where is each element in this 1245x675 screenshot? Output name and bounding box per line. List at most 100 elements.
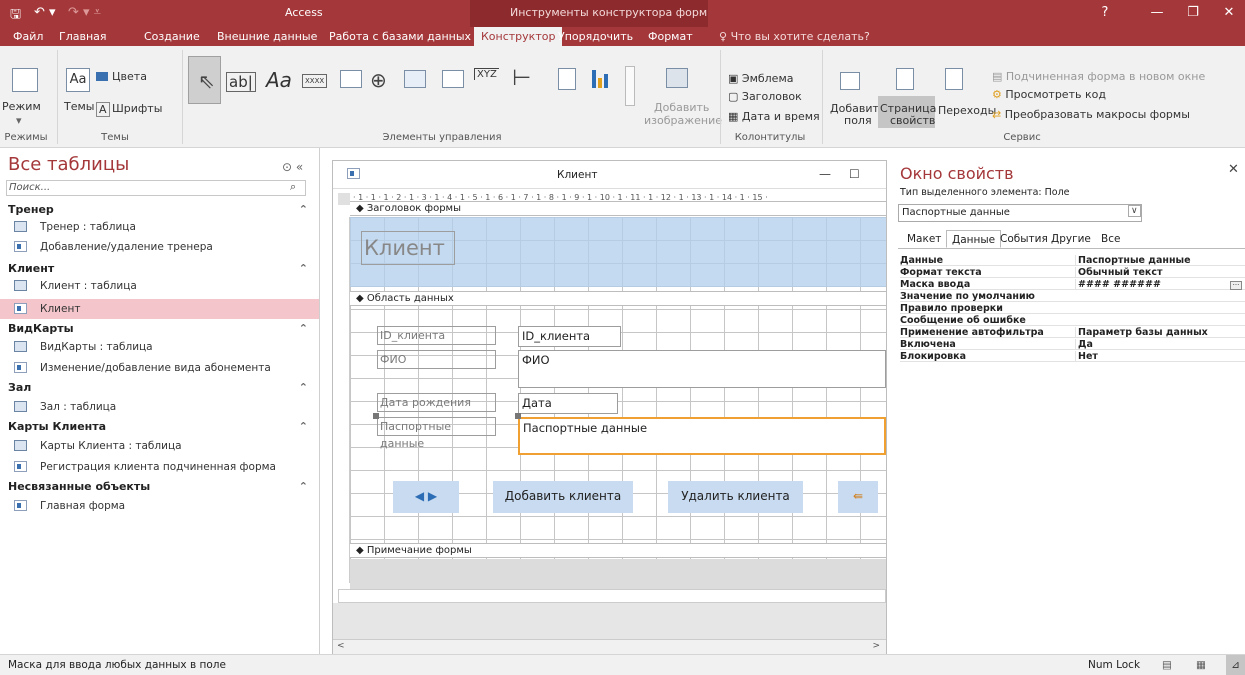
date-time-button[interactable]: ▦ Дата и время [728,110,820,123]
field-box-fio[interactable]: ФИО [518,350,886,388]
field-label-birth[interactable]: Дата рождения [377,393,496,412]
add-fields-icon[interactable] [840,72,860,90]
form-maximize-button[interactable]: ☐ [849,167,860,181]
chart-icon[interactable] [592,70,596,88]
form-view-icon[interactable]: ▤ [1162,655,1172,675]
nav-item[interactable]: Клиент : таблица [0,276,319,296]
web-browser-icon[interactable] [404,70,426,88]
property-row[interactable]: Значение по умолчанию [900,291,1245,302]
form-minimize-button[interactable]: — [819,167,831,181]
insert-image-label-1[interactable]: Добавить [654,101,709,114]
nav-title[interactable]: Все таблицы [8,154,129,175]
fonts-button[interactable]: Шрифты [112,102,162,115]
nav-group-trainer[interactable]: Тренер ⌃ [8,203,308,216]
record-nav-buttons[interactable]: ◀ ▶ [393,481,459,513]
field-box-passport-selected[interactable]: Паспортные данные [518,417,886,455]
minimize-button[interactable]: — [1142,4,1172,22]
nav-group-cardtype[interactable]: ВидКарты ⌃ [8,322,308,335]
tab-external-data[interactable]: Внешние данные [210,27,324,46]
tab-layout[interactable]: Макет [902,230,946,248]
subform-button[interactable]: ▤ Подчиненная форма в новом окне [992,70,1205,83]
tab-home[interactable]: Главная [52,27,114,46]
nav-item[interactable]: Карты Клиента : таблица [0,436,319,456]
tab-order-icon[interactable] [945,68,963,90]
restore-button[interactable]: ❐ [1178,4,1208,22]
move-handle[interactable] [373,413,379,419]
property-row-input-mask[interactable]: Маска ввода #### ###### [900,279,1245,290]
nav-item[interactable]: Добавление/удаление тренера [0,237,319,257]
nav-menu-icon[interactable]: ⊙ « [282,160,303,174]
nav-item[interactable]: Зал : таблица [0,397,319,417]
close-button[interactable]: ✕ [1214,4,1244,22]
field-label-passport[interactable]: Паспортные данные [377,417,496,450]
hyperlink-icon[interactable]: ⊕ [370,68,387,92]
tab-database-tools[interactable]: Работа с базами данных [322,27,478,46]
undo-icon[interactable]: ↶ ▾ [34,5,56,20]
tab-file[interactable]: Файл [6,27,50,46]
page-break-icon[interactable]: ⊢ [512,66,531,91]
insert-image-icon[interactable] [666,68,688,88]
themes-button[interactable]: Темы [64,100,94,113]
tab-all[interactable]: Все [1096,230,1125,248]
help-button[interactable]: ? [1090,4,1120,22]
tab-events[interactable]: События [995,230,1053,248]
delete-client-button[interactable]: Удалить клиента [668,481,803,513]
field-box-id[interactable]: ID_клиента [518,326,621,347]
selection-dropdown[interactable]: Паспортные данные [898,204,1142,222]
logo-button[interactable]: ▣ Эмблема [728,72,794,85]
nav-search-input[interactable]: Поиск... [6,180,306,196]
form-header-bar[interactable]: ◆ Заголовок формы [350,201,886,216]
property-row[interactable]: Применение автофильтра Параметр базы данн… [900,327,1245,338]
nav-item[interactable]: Регистрация клиента подчиненная форма [0,457,319,477]
prev-record-icon[interactable]: ◀ [415,489,424,503]
field-label-fio[interactable]: ФИО [377,350,496,369]
nav-item[interactable]: Изменение/добавление вида абонемента [0,358,319,378]
add-fields-label-2[interactable]: поля [844,114,872,127]
property-row[interactable]: Правило проверки [900,303,1245,314]
nav-item[interactable]: Главная форма [0,496,319,516]
detail-section-bar[interactable]: ◆ Область данных [350,291,886,306]
tab-format[interactable]: Формат [641,27,700,46]
save-icon[interactable]: 🖫 [10,5,21,27]
navigation-control-icon[interactable] [442,70,464,88]
select-tool-icon[interactable]: ⇖ [188,56,221,104]
nav-group-hall[interactable]: Зал ⌃ [8,381,308,394]
inner-horizontal-scrollbar[interactable] [338,589,886,603]
tab-control-icon[interactable] [340,70,362,88]
field-label-id[interactable]: ID_клиента [377,326,496,345]
outer-horizontal-scrollbar[interactable]: < > [333,639,886,654]
redo-icon[interactable]: ↷ ▾ ⩡ [68,5,101,20]
tab-other[interactable]: Другие [1046,230,1096,248]
view-code-button[interactable]: ⚙ Просмотреть код [992,88,1106,101]
property-row[interactable]: Блокировка Нет [900,351,1245,362]
nav-group-client[interactable]: Клиент ⌃ [8,262,308,275]
label-tool-icon[interactable]: Aa [266,68,292,92]
colors-button[interactable]: Цвета [112,70,147,83]
chevron-down-icon[interactable]: ∨ [1128,205,1141,217]
title-button[interactable]: ▢ Заголовок [728,90,802,103]
view-icon[interactable] [12,68,38,92]
mode-dropdown-icon[interactable]: ▾ [16,114,22,127]
next-record-icon[interactable]: ▶ [428,489,437,503]
close-form-icon[interactable]: ⇚ [838,481,878,513]
controls-gallery-scroll[interactable] [625,66,635,106]
insert-image-label-2[interactable]: изображение [644,114,722,127]
form-selector[interactable] [338,193,350,205]
property-row[interactable]: Данные Паспортные данные [900,255,1245,266]
tab-design[interactable]: Конструктор [474,27,563,46]
add-client-button[interactable]: Добавить клиента [493,481,633,513]
tab-order-button[interactable]: Переходы [938,104,996,117]
close-icon[interactable]: ✕ [1228,162,1239,177]
layout-view-icon[interactable]: ▦ [1196,655,1206,675]
mode-button[interactable]: Режим [2,100,41,113]
textbox-tool-icon[interactable]: ab| [226,72,256,92]
form-footer-bar[interactable]: ◆ Примечание формы [350,543,886,558]
tab-data-active[interactable]: Данные [946,230,1002,248]
option-group-icon[interactable]: XYZ [474,68,499,80]
property-row[interactable]: Сообщение об ошибке [900,315,1245,326]
builder-button[interactable]: ··· [1230,281,1242,290]
combo-box-icon[interactable] [558,68,576,90]
property-row[interactable]: Формат текста Обычный текст [900,267,1245,278]
convert-macros-button[interactable]: ⇄ Преобразовать макросы формы [992,108,1190,121]
tell-me-box[interactable]: ♀ Что вы хотите сделать? [712,27,877,46]
